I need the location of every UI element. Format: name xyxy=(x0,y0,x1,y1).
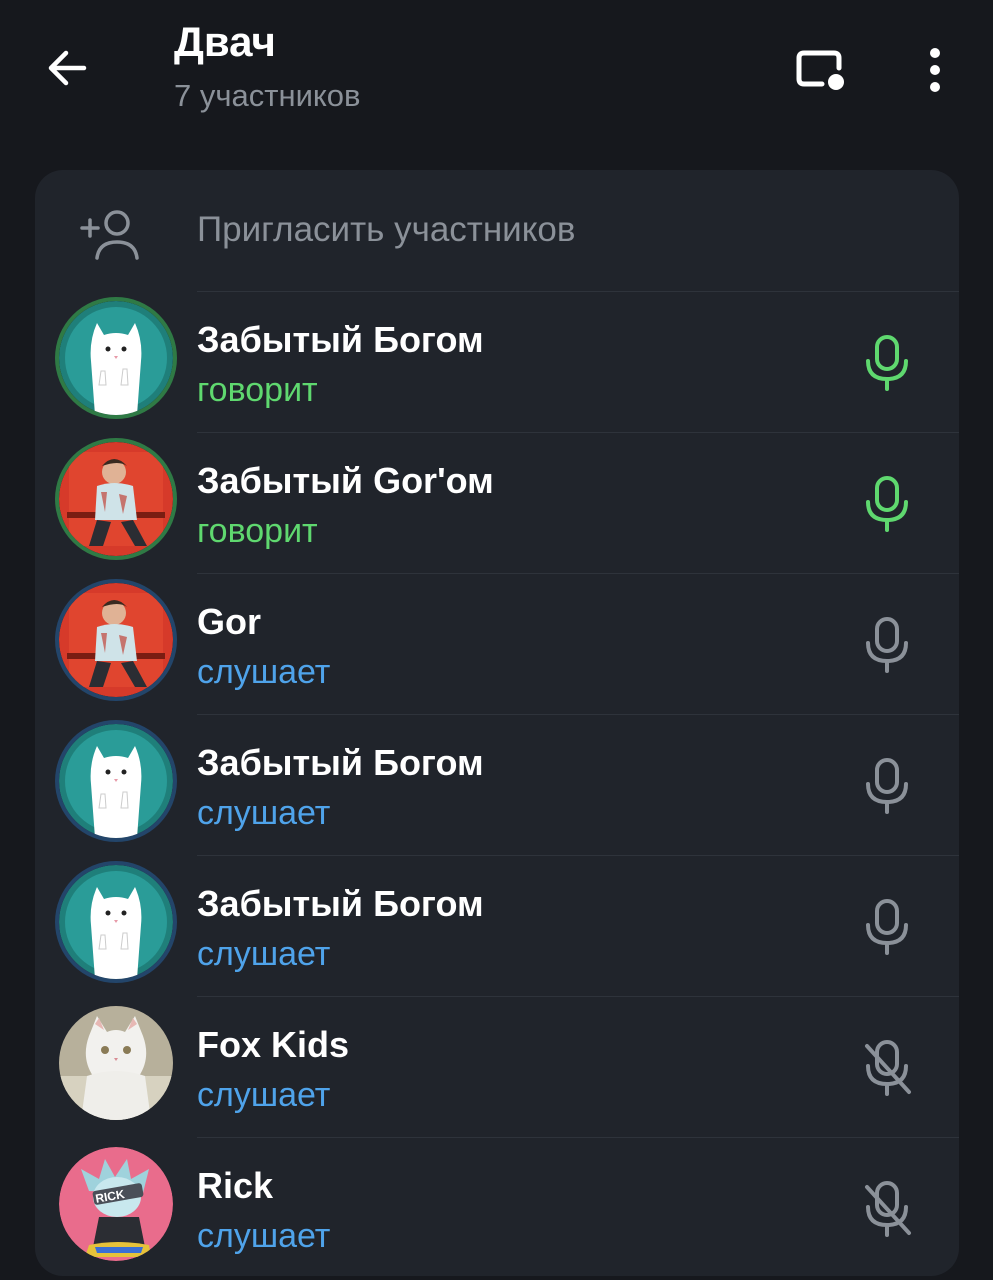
participant-name: Забытый Gor'ом xyxy=(197,460,494,501)
mic-muted-icon xyxy=(865,1181,911,1237)
row-divider xyxy=(197,291,959,292)
invite-participants-button[interactable]: Пригласить участников xyxy=(35,170,959,291)
photo-avatar xyxy=(59,583,173,697)
screencast-button[interactable] xyxy=(790,42,850,98)
participant-row[interactable]: Gor слушает xyxy=(35,573,959,714)
mic-icon xyxy=(866,899,908,955)
participant-row[interactable]: Fox Kids слушает xyxy=(35,996,959,1137)
participant-status: слушает xyxy=(197,935,331,973)
participant-name: Забытый Богом xyxy=(197,883,484,924)
row-divider xyxy=(197,996,959,997)
mic-button[interactable] xyxy=(859,1179,915,1239)
white-cat-avatar xyxy=(59,301,173,415)
row-divider xyxy=(197,573,959,574)
participants-count: 7 участников xyxy=(174,78,361,113)
participant-status: слушает xyxy=(197,1217,331,1255)
rick-avatar: RICK xyxy=(59,1147,173,1261)
participant-status: говорит xyxy=(197,512,318,550)
participant-name: Gor xyxy=(197,601,262,642)
participant-row[interactable]: Забытый Богом говорит xyxy=(35,291,959,432)
participant-status: говорит xyxy=(197,371,318,409)
kitten-photo-avatar xyxy=(59,1006,173,1120)
mic-button[interactable] xyxy=(859,756,915,816)
participant-row[interactable]: Забытый Gor'ом говорит xyxy=(35,432,959,573)
row-divider xyxy=(197,1137,959,1138)
mic-icon xyxy=(866,758,908,814)
participant-name: Rick xyxy=(197,1165,274,1206)
participant-row[interactable]: Забытый Богом слушает xyxy=(35,714,959,855)
mic-button[interactable] xyxy=(859,1038,915,1098)
top-bar: Двач 7 участников xyxy=(0,0,993,160)
mic-muted-icon xyxy=(865,1040,911,1096)
mic-icon xyxy=(866,476,908,532)
participant-name: Fox Kids xyxy=(197,1024,350,1065)
participant-status: слушает xyxy=(197,794,331,832)
participant-row[interactable]: RICK Rick слушает xyxy=(35,1137,959,1276)
participant-status: слушает xyxy=(197,653,331,691)
mic-button[interactable] xyxy=(859,897,915,957)
mic-button[interactable] xyxy=(859,474,915,534)
row-divider xyxy=(197,714,959,715)
mic-button[interactable] xyxy=(859,615,915,675)
back-button[interactable] xyxy=(40,40,96,96)
invite-label: Пригласить участников xyxy=(197,210,576,249)
photo-avatar xyxy=(59,442,173,556)
row-divider xyxy=(197,432,959,433)
participants-panel: Пригласить участников Забытый Богом гово… xyxy=(35,170,959,1276)
white-cat-avatar xyxy=(59,865,173,979)
mic-icon xyxy=(866,617,908,673)
chat-title: Двач xyxy=(174,18,276,65)
row-divider xyxy=(197,855,959,856)
mic-button[interactable] xyxy=(859,333,915,393)
participant-status: слушает xyxy=(197,1076,331,1114)
screencast-icon xyxy=(796,50,844,90)
more-options-button[interactable] xyxy=(915,44,955,96)
arrow-left-icon xyxy=(48,50,87,86)
more-vertical-icon xyxy=(930,48,940,92)
participant-name: Забытый Богом xyxy=(197,319,484,360)
mic-icon xyxy=(866,335,908,391)
participant-row[interactable]: Забытый Богом слушает xyxy=(35,855,959,996)
participant-name: Забытый Богом xyxy=(197,742,484,783)
white-cat-avatar xyxy=(59,724,173,838)
add-user-icon xyxy=(80,210,139,260)
